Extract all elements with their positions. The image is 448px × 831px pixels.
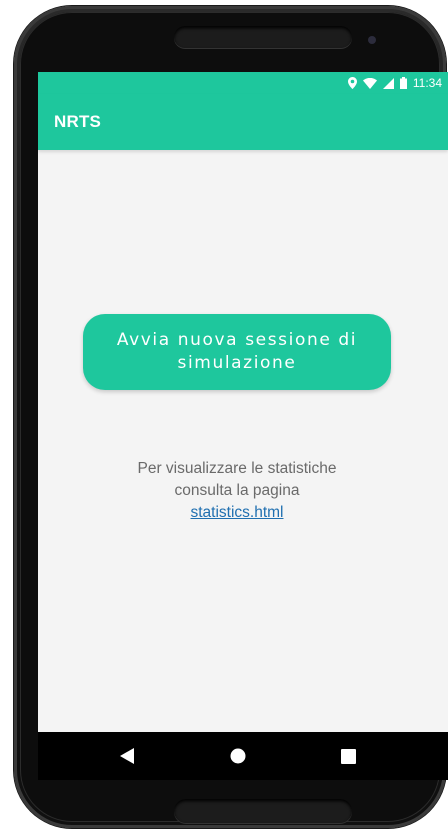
- battery-icon: [399, 77, 407, 89]
- info-text-line-2: consulta la pagina: [174, 482, 300, 499]
- back-icon[interactable]: [115, 744, 139, 768]
- bottom-speaker: [174, 799, 352, 823]
- wifi-icon: [362, 77, 377, 89]
- emulator-canvas: 11:34 NRTS Avvia nuova sessione di simul…: [0, 0, 448, 831]
- device-screen: 11:34 NRTS Avvia nuova sessione di simul…: [38, 72, 448, 780]
- recents-icon[interactable]: [336, 744, 360, 768]
- app-bar: NRTS: [38, 94, 448, 150]
- signal-icon: [382, 77, 394, 89]
- statistics-link[interactable]: statistics.html: [190, 504, 283, 521]
- app-title: NRTS: [54, 112, 102, 131]
- status-time: 11:34: [412, 76, 442, 90]
- start-simulation-button[interactable]: Avvia nuova sessione di simulazione: [83, 314, 391, 390]
- home-icon[interactable]: [226, 744, 250, 768]
- status-bar: 11:34: [38, 72, 448, 94]
- statistics-info: Per visualizzare le statistiche consulta…: [58, 458, 416, 524]
- top-speaker: [174, 26, 352, 48]
- location-icon: [347, 77, 357, 89]
- navigation-bar: [38, 732, 448, 780]
- front-camera: [368, 36, 376, 44]
- info-text-line-1: Per visualizzare le statistiche: [137, 460, 337, 477]
- status-icons: 11:34: [347, 75, 442, 91]
